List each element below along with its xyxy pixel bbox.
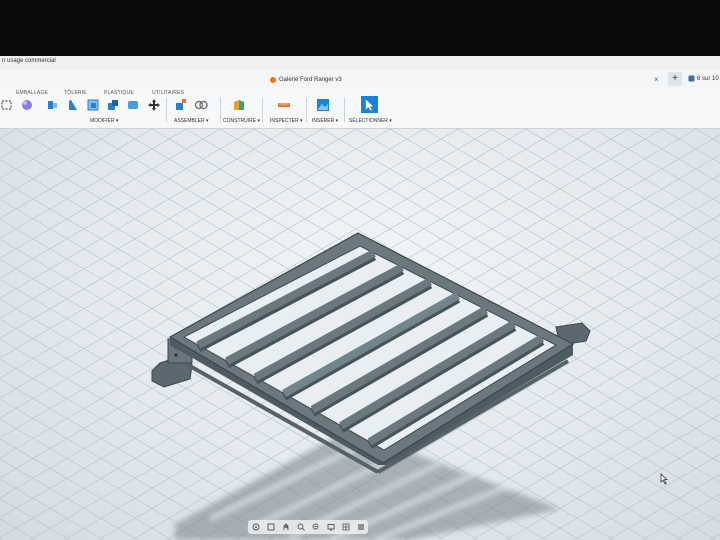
tab-plastique[interactable]: PLASTIQUE: [104, 90, 134, 96]
measure-icon[interactable]: [277, 98, 291, 112]
group-inserer[interactable]: INSÉRER ▾: [312, 118, 338, 124]
close-tab-icon[interactable]: ×: [654, 75, 659, 84]
insert-image-icon[interactable]: [316, 98, 330, 112]
document-counter-text: 6 sur 10: [697, 75, 719, 82]
mouse-cursor-icon: [660, 473, 669, 485]
combine-icon[interactable]: [106, 98, 120, 112]
new-component-icon[interactable]: [174, 98, 188, 112]
tab-emballage[interactable]: EMBALLAGE: [16, 90, 48, 96]
sketch-icon[interactable]: [0, 98, 14, 112]
3d-viewport[interactable]: [0, 129, 720, 540]
shell-body-icon[interactable]: [126, 98, 140, 112]
new-tab-button[interactable]: +: [668, 72, 682, 86]
toolbar-separator: [220, 98, 221, 122]
group-assembler[interactable]: ASSEMBLER ▾: [174, 118, 208, 124]
display-settings-icon[interactable]: [327, 523, 335, 531]
create-form-icon[interactable]: [20, 98, 34, 112]
document-counter[interactable]: 6 sur 10: [688, 75, 719, 82]
grid-settings-icon[interactable]: [342, 523, 350, 531]
document-count-icon: [688, 75, 695, 82]
document-tab-bar: Galerie Ford Ranger v3 × + 6 sur 10: [0, 70, 720, 89]
document-tab[interactable]: Galerie Ford Ranger v3: [270, 74, 342, 86]
toolbar-separator: [306, 98, 307, 122]
shell-icon[interactable]: [86, 98, 100, 112]
look-at-icon[interactable]: [267, 523, 275, 531]
document-title: Galerie Ford Ranger v3: [279, 77, 342, 83]
toolbar-separator: [166, 98, 167, 122]
tab-utilitaires[interactable]: UTILITAIRES: [152, 90, 184, 96]
toolbar-separator: [344, 98, 345, 122]
select-icon[interactable]: [361, 96, 378, 113]
fit-icon[interactable]: [312, 523, 320, 531]
press-pull-icon[interactable]: [66, 98, 80, 112]
extrude-icon[interactable]: [46, 98, 60, 112]
construct-plane-icon[interactable]: [232, 98, 246, 112]
roof-rack-model[interactable]: [0, 129, 720, 540]
viewports-icon[interactable]: [357, 523, 365, 531]
license-label: n usage commercial: [2, 58, 56, 64]
orbit-icon[interactable]: [252, 523, 260, 531]
joint-icon[interactable]: [194, 98, 208, 112]
toolbar-separator: [262, 98, 263, 122]
group-selectionner[interactable]: SÉLECTIONNER ▾: [349, 118, 392, 124]
document-icon: [270, 77, 276, 83]
move-icon[interactable]: [147, 98, 161, 112]
pan-icon[interactable]: [282, 523, 290, 531]
navigation-toolbar: [248, 520, 368, 534]
group-modifier[interactable]: MODIFIER ▾: [90, 118, 118, 124]
group-inspecter[interactable]: INSPECTER ▾: [270, 118, 303, 124]
monitor-screen: n usage commercial Galerie Ford Ranger v…: [0, 56, 720, 540]
zoom-icon[interactable]: [297, 523, 305, 531]
window-title-bar: n usage commercial: [0, 56, 720, 71]
group-construire[interactable]: CONSTRUIRE ▾: [223, 118, 260, 124]
tab-tolerie[interactable]: TÔLERIE: [64, 90, 87, 96]
toolbar-ribbon: EMBALLAGE TÔLERIE PLASTIQUE UTILITAIRES: [0, 88, 720, 129]
